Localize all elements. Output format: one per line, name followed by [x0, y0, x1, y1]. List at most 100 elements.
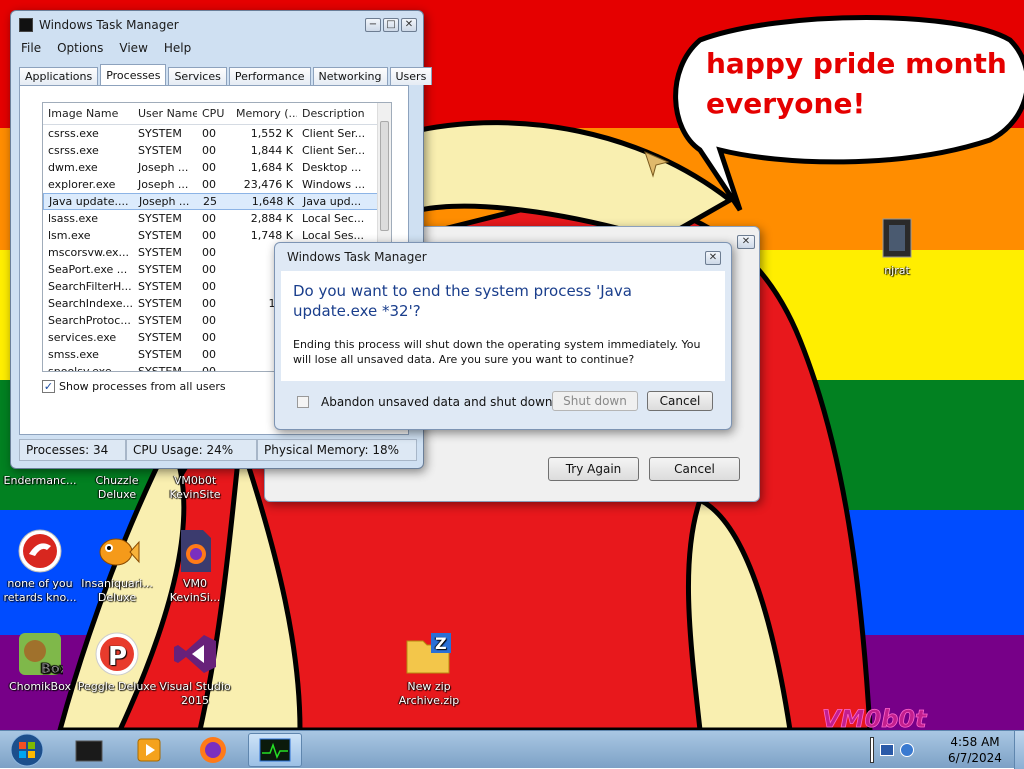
shut-down-button[interactable]: Shut down	[552, 391, 638, 411]
svg-text:Box: Box	[41, 662, 63, 677]
checkbox-checked-icon[interactable]: ✓	[42, 380, 55, 393]
desktop-icon-label: VM0b0t	[173, 474, 217, 487]
close-icon[interactable]: ✕	[401, 18, 417, 32]
menu-view[interactable]: View	[119, 41, 147, 55]
firefox-icon	[200, 737, 226, 763]
desktop-icon-insaniquarium[interactable]: Insaniquari... Deluxe	[77, 527, 157, 605]
show-desktop-button[interactable]	[1014, 731, 1024, 769]
table-row[interactable]: csrss.exe SYSTEM 00 1,844 K Client Ser...	[43, 142, 391, 159]
zip-folder-icon: Z	[405, 630, 453, 678]
dialog-content: Do you want to end the system process 'J…	[281, 271, 725, 381]
table-row[interactable]: csrss.exe SYSTEM 00 1,552 K Client Ser...	[43, 125, 391, 142]
maximize-icon[interactable]: □	[383, 18, 399, 32]
dialog-cancel-button[interactable]: Cancel	[647, 391, 713, 411]
show-all-processes[interactable]: ✓ Show processes from all users	[42, 380, 226, 393]
table-row[interactable]: explorer.exe Joseph ... 00 23,476 K Windows …	[43, 176, 391, 193]
taskbar-media-player[interactable]	[122, 733, 176, 767]
process-list-header: Image Name User Name CPU Memory (... Des…	[43, 103, 391, 125]
end-process-titlebar[interactable]: Windows Task Manager	[275, 243, 731, 271]
table-cell: csrss.exe	[48, 127, 99, 140]
error-cancel-button[interactable]: Cancel	[649, 457, 740, 481]
tab-performance[interactable]: Performance	[228, 67, 311, 85]
checkbox-unchecked-icon[interactable]	[297, 396, 309, 408]
table-row[interactable]: dwm.exe Joseph ... 00 1,684 K Desktop ...	[43, 159, 391, 176]
menu-file[interactable]: File	[21, 41, 41, 55]
table-cell: SYSTEM	[138, 127, 182, 140]
close-icon[interactable]: ✕	[737, 235, 755, 249]
tab-services[interactable]: Services	[168, 67, 227, 85]
taskbar-njrat[interactable]	[62, 733, 116, 767]
table-cell: Desktop ...	[302, 161, 362, 174]
tab-users[interactable]: Users	[389, 67, 433, 85]
table-cell: 00	[202, 297, 216, 310]
njrat-icon	[873, 214, 921, 262]
column-image-name[interactable]: Image Name	[43, 107, 133, 120]
start-button[interactable]	[2, 733, 52, 767]
table-cell: 2,884 K	[250, 212, 293, 225]
task-manager-icon	[19, 18, 33, 32]
desktop-icon-label: Deluxe	[97, 488, 137, 501]
column-description[interactable]: Description	[297, 107, 379, 120]
peggle-icon: P	[93, 630, 141, 678]
menu-help[interactable]: Help	[164, 41, 191, 55]
column-memory[interactable]: Memory (...	[231, 107, 297, 120]
clock[interactable]: 4:58 AM 6/7/2024	[936, 734, 1014, 766]
table-cell: Joseph ...	[138, 178, 189, 191]
desktop-icon-label: New zip	[407, 680, 451, 693]
menu-options[interactable]: Options	[57, 41, 103, 55]
table-cell: 00	[202, 161, 216, 174]
close-icon[interactable]: ✕	[705, 251, 721, 265]
desktop-icon-visual-studio[interactable]: Visual Studio 2015	[155, 630, 235, 708]
network-icon[interactable]	[880, 744, 894, 756]
table-row[interactable]: lsass.exe SYSTEM 00 2,884 K Local Sec...	[43, 210, 391, 227]
dark-window-icon	[75, 740, 103, 762]
table-cell: SYSTEM	[138, 331, 182, 344]
desktop-icon-vm0b0t-kevinsite[interactable]: VM0b0t KevinSite	[155, 474, 235, 502]
table-cell: explorer.exe	[48, 178, 116, 191]
clock-date: 6/7/2024	[948, 751, 1002, 765]
table-cell: 1,684 K	[250, 161, 293, 174]
status-processes: Processes: 34	[19, 439, 126, 461]
task-manager-titlebar[interactable]: Windows Task Manager	[11, 11, 423, 39]
taskbar: 4:58 AM 6/7/2024	[0, 730, 1024, 769]
tab-networking[interactable]: Networking	[312, 67, 388, 85]
volume-icon[interactable]	[900, 743, 914, 757]
table-cell: SYSTEM	[138, 144, 182, 157]
trojan-icon	[16, 527, 64, 575]
taskbar-firefox[interactable]	[186, 733, 240, 767]
try-again-button[interactable]: Try Again	[548, 457, 639, 481]
svg-text:Z: Z	[435, 634, 447, 653]
chomikbox-icon: Box	[16, 630, 64, 678]
tab-strip: Applications Processes Services Performa…	[19, 64, 434, 85]
column-user-name[interactable]: User Name	[133, 107, 197, 120]
desktop-icon-zip-archive[interactable]: Z New zip Archive.zip	[389, 630, 469, 708]
abandon-checkbox[interactable]: Abandon unsaved data and shut down.	[297, 395, 556, 409]
desktop-icon-trojan[interactable]: none of you retards kno...	[0, 527, 80, 605]
dialog-heading: Do you want to end the system process 'J…	[293, 282, 632, 320]
table-cell: 00	[202, 263, 216, 276]
column-cpu[interactable]: CPU	[197, 107, 231, 120]
desktop-icon-endermanch[interactable]: Endermanc...	[0, 474, 80, 488]
system-tray	[870, 733, 930, 767]
desktop-icon-label: KevinSi...	[169, 591, 221, 604]
tab-applications[interactable]: Applications	[19, 67, 99, 85]
desktop-icon-vm0-kevinsite[interactable]: VM0 KevinSi...	[155, 527, 235, 605]
table-cell: lsm.exe	[48, 229, 91, 242]
firefox-doc-icon	[171, 527, 219, 575]
scroll-thumb[interactable]	[380, 121, 389, 231]
desktop-icon-njrat[interactable]: njrat	[857, 214, 937, 278]
table-cell: 23,476 K	[243, 178, 293, 191]
table-cell: dwm.exe	[48, 161, 98, 174]
table-row[interactable]: Java update.... Joseph ... 25 1,648 K Java u…	[43, 193, 391, 210]
table-cell: Java update....	[49, 195, 129, 208]
desktop-icon-chomikbox[interactable]: Box ChomikBox	[0, 630, 80, 694]
table-cell: 25	[203, 195, 217, 208]
table-cell: Local Sec...	[302, 212, 365, 225]
desktop-icon-peggle[interactable]: P Peggle Deluxe	[77, 630, 157, 694]
table-cell: Java upd...	[303, 195, 362, 208]
status-bar: Processes: 34 CPU Usage: 24% Physical Me…	[19, 439, 419, 461]
desktop-icon-chuzzle[interactable]: Chuzzle Deluxe	[77, 474, 157, 502]
minimize-icon[interactable]: −	[365, 18, 381, 32]
tab-processes[interactable]: Processes	[100, 64, 167, 85]
taskbar-task-manager[interactable]	[248, 733, 302, 767]
